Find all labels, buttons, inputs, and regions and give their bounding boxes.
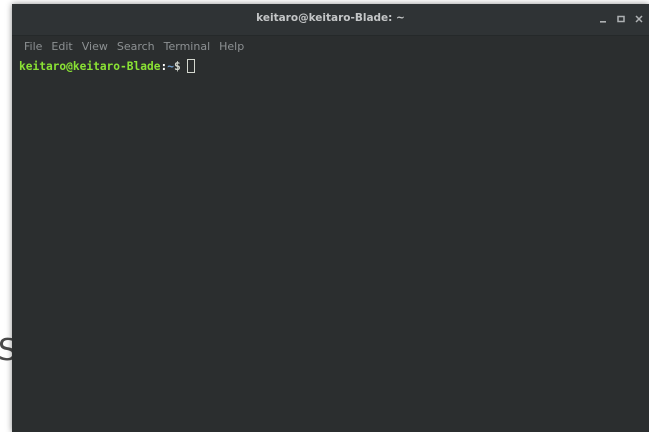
title-bar[interactable]: keitaro@keitaro-Blade: ~ — [12, 4, 649, 36]
menu-terminal[interactable]: Terminal — [164, 40, 211, 53]
menu-view[interactable]: View — [82, 40, 108, 53]
window-title: keitaro@keitaro-Blade: ~ — [256, 12, 405, 24]
minimize-button[interactable] — [595, 11, 611, 27]
prompt-symbol: $ — [173, 59, 181, 73]
maximize-button[interactable] — [613, 11, 629, 27]
desktop: S keitaro@keitaro-Blade: ~ File Edit Vie… — [0, 0, 649, 432]
close-icon — [635, 15, 643, 23]
minimize-icon — [600, 21, 606, 23]
terminal-window[interactable]: keitaro@keitaro-Blade: ~ File Edit View … — [12, 4, 649, 432]
terminal-area[interactable]: keitaro@keitaro-Blade: ~ $ — [12, 56, 649, 432]
maximize-icon — [617, 15, 625, 23]
prompt-user-host: keitaro@keitaro-Blade — [19, 59, 161, 73]
prompt-separator: : — [160, 59, 168, 73]
menu-bar: File Edit View Search Terminal Help — [12, 36, 649, 56]
menu-search[interactable]: Search — [117, 40, 155, 53]
text-cursor — [186, 59, 195, 73]
close-button[interactable] — [631, 11, 647, 27]
menu-file[interactable]: File — [24, 40, 42, 53]
prompt-path: ~ — [167, 59, 174, 73]
menu-help[interactable]: Help — [219, 40, 244, 53]
menu-edit[interactable]: Edit — [51, 40, 72, 53]
prompt-line: keitaro@keitaro-Blade: ~ $ — [19, 59, 195, 73]
